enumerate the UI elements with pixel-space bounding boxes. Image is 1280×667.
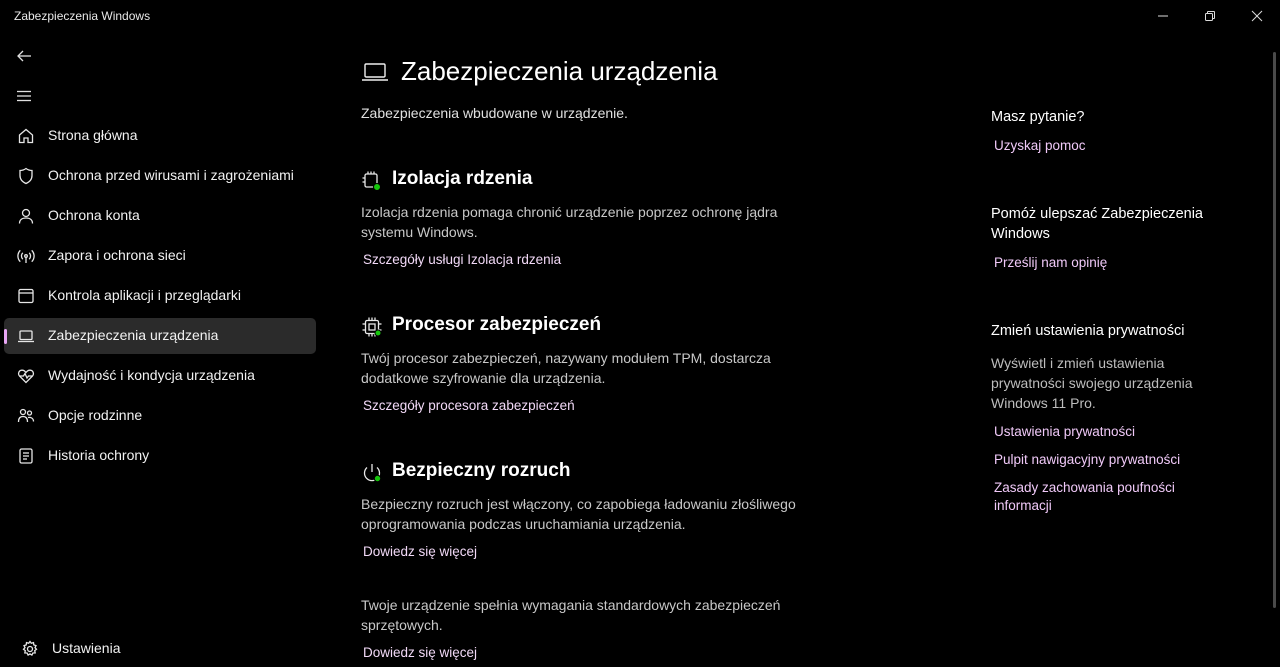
improve-heading: Pomóż ulepszać Zabezpieczenia Windows — [991, 206, 1203, 242]
laptop-icon — [362, 62, 388, 81]
section-description: Bezpieczny rozruch jest włączony, co zap… — [361, 496, 796, 532]
core-isolation-section: Izolacja rdzenia Izolacja rdzenia pomaga… — [361, 166, 841, 269]
section-description: Izolacja rdzenia pomaga chronić urządzen… — [361, 204, 778, 240]
nav-label: Zabezpieczenia urządzenia — [48, 327, 219, 343]
chip-icon — [361, 316, 383, 338]
section-description: Twój procesor zabezpieczeń, nazywany mod… — [361, 350, 771, 386]
hamburger-icon — [17, 90, 31, 102]
nav-item-settings[interactable]: Ustawienia — [8, 631, 320, 667]
wireless-icon — [16, 246, 36, 266]
nav-item-virus-protection[interactable]: Ochrona przed wirusami i zagrożeniami — [4, 158, 316, 194]
core-isolation-icon — [361, 170, 383, 192]
hardware-security-text: Twoje urządzenie spełnia wymagania stand… — [361, 597, 781, 633]
gear-icon — [20, 639, 40, 659]
page-title: Zabezpieczenia urządzenia — [401, 56, 718, 86]
hardware-learn-more-link[interactable]: Dowiedz się więcej — [363, 645, 477, 660]
shield-icon — [16, 166, 36, 186]
page-header: Zabezpieczenia urządzenia — [361, 56, 718, 87]
title-bar: Zabezpieczenia Windows — [0, 0, 1280, 34]
core-isolation-details-link[interactable]: Szczegóły usługi Izolacja rdzenia — [363, 252, 561, 267]
privacy-text: Wyświetl i zmień ustawienia prywatności … — [991, 355, 1193, 411]
power-icon — [361, 462, 383, 484]
feedback-link[interactable]: Prześlij nam opinię — [994, 254, 1224, 272]
security-processor-section: Procesor zabezpieczeń Twój procesor zabe… — [361, 312, 841, 415]
get-help-link[interactable]: Uzyskaj pomoc — [994, 137, 1224, 155]
section-title: Procesor zabezpieczeń — [392, 314, 602, 335]
minimize-icon — [1158, 15, 1168, 17]
laptop-icon — [16, 326, 36, 346]
security-processor-details-link[interactable]: Szczegóły procesora zabezpieczeń — [363, 398, 575, 413]
close-button[interactable] — [1234, 0, 1280, 32]
restore-button[interactable] — [1187, 0, 1233, 32]
nav-item-performance-health[interactable]: Wydajność i kondycja urządzenia — [4, 358, 316, 394]
secure-boot-learn-more-link[interactable]: Dowiedz się więcej — [363, 544, 477, 559]
nav-item-protection-history[interactable]: Historia ochrony — [4, 438, 316, 474]
close-icon — [1251, 10, 1263, 22]
nav-item-app-browser-control[interactable]: Kontrola aplikacji i przeglądarki — [4, 278, 316, 314]
nav-label: Ustawienia — [52, 640, 121, 656]
nav-label: Ochrona konta — [48, 207, 140, 223]
nav-label: Historia ochrony — [48, 447, 150, 463]
secure-boot-section: Bezpieczny rozruch Bezpieczny rozruch je… — [361, 458, 841, 561]
section-header: Izolacja rdzenia — [361, 166, 841, 194]
section-title: Bezpieczny rozruch — [392, 460, 571, 481]
nav-label: Strona główna — [48, 127, 138, 143]
nav-label: Wydajność i kondycja urządzenia — [48, 367, 255, 383]
page-subtitle: Zabezpieczenia wbudowane w urządzenie. — [361, 105, 628, 121]
nav-label: Opcje rodzinne — [48, 407, 143, 423]
section-header: Bezpieczny rozruch — [361, 458, 841, 486]
nav-item-device-security[interactable]: Zabezpieczenia urządzenia — [4, 318, 316, 354]
nav-item-firewall[interactable]: Zapora i ochrona sieci — [4, 238, 316, 274]
family-icon — [16, 406, 36, 426]
section-header: Procesor zabezpieczeń — [361, 312, 841, 340]
privacy-statement-link[interactable]: Zasady zachowania poufności informacji — [994, 479, 1194, 515]
app-title: Zabezpieczenia Windows — [14, 9, 151, 23]
heart-pulse-icon — [16, 366, 36, 386]
privacy-dashboard-link[interactable]: Pulpit nawigacyjny prywatności — [994, 451, 1224, 469]
nav-label: Zapora i ochrona sieci — [48, 247, 186, 263]
nav-label: Ochrona przed wirusami i zagrożeniami — [48, 167, 294, 183]
minimize-button[interactable] — [1140, 0, 1186, 32]
app-browser-icon — [16, 286, 36, 306]
nav-item-home[interactable]: Strona główna — [4, 118, 316, 154]
nav-label: Kontrola aplikacji i przeglądarki — [48, 287, 241, 303]
section-title: Izolacja rdzenia — [392, 168, 533, 189]
restore-icon — [1205, 11, 1215, 21]
privacy-settings-link[interactable]: Ustawienia prywatności — [994, 423, 1224, 441]
history-icon — [16, 446, 36, 466]
person-icon — [16, 206, 36, 226]
sidebar-nav: Strona główna Ochrona przed wirusami i z… — [0, 118, 320, 478]
question-heading: Masz pytanie? — [991, 109, 1085, 125]
privacy-heading: Zmień ustawienia prywatności — [991, 323, 1185, 339]
nav-item-account-protection[interactable]: Ochrona konta — [4, 198, 316, 234]
home-icon — [16, 126, 36, 146]
hardware-security-section: Twoje urządzenie spełnia wymagania stand… — [361, 595, 841, 662]
back-arrow-icon — [17, 50, 31, 62]
scrollbar[interactable] — [1273, 52, 1276, 608]
back-button[interactable] — [8, 40, 40, 72]
nav-item-family-options[interactable]: Opcje rodzinne — [4, 398, 316, 434]
menu-button[interactable] — [8, 80, 40, 112]
